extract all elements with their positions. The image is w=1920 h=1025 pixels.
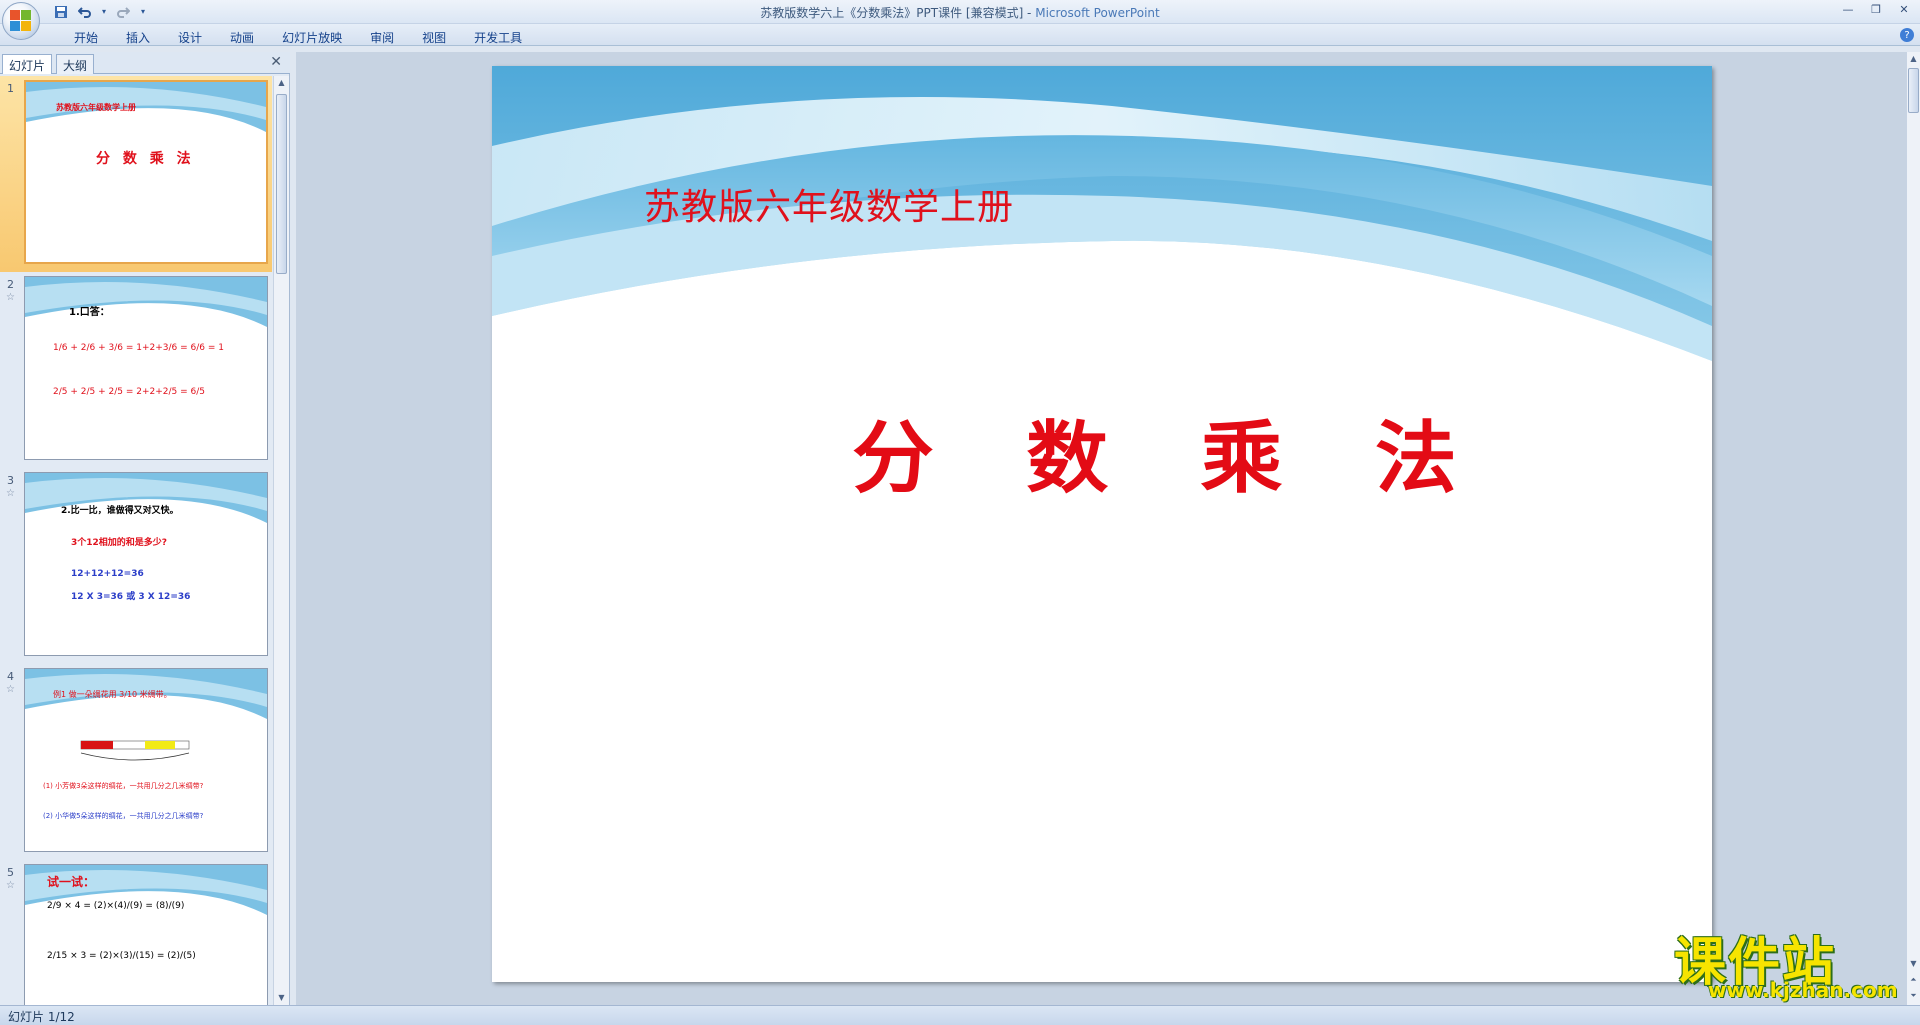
help-icon[interactable]: ? (1900, 28, 1914, 42)
tab-review[interactable]: 审阅 (356, 27, 408, 48)
ribbon-tab-list: 开始 插入 设计 动画 幻灯片放映 审阅 视图 开发工具 (60, 27, 536, 48)
document-title: 苏教版数学六上《分数乘法》PPT课件 [兼容模式] - (760, 6, 1036, 20)
tab-insert[interactable]: 插入 (112, 27, 164, 48)
slide-editing-area: 苏教版六年级数学上册 分数乘法 (296, 52, 1906, 1005)
tab-design[interactable]: 设计 (164, 27, 216, 48)
scrollbar-thumb[interactable] (276, 94, 287, 274)
tab-outline[interactable]: 大纲 (56, 54, 95, 74)
scroll-down-icon[interactable]: ▼ (1907, 957, 1920, 971)
title-bar: ▾ ▾ 苏教版数学六上《分数乘法》PPT课件 [兼容模式] - Microsof… (0, 0, 1920, 24)
scroll-up-icon[interactable]: ▲ (1907, 52, 1920, 66)
slide-thumbnail[interactable]: 试一试： 2/9 × 4 = (2)×(4)/(9) = (8)/(9) 2/1… (24, 864, 268, 1005)
slide-counter: 幻灯片 1/12 (8, 1010, 75, 1024)
slide-number: 5 (7, 866, 14, 879)
thumb-heading: 2.比一比，谁做得又对又快。 (61, 506, 179, 516)
current-slide[interactable]: 苏教版六年级数学上册 分数乘法 (492, 66, 1712, 982)
thumb-subtitle: 苏教版六年级数学上册 (56, 103, 136, 112)
slide-number: 1 (7, 82, 14, 95)
close-pane-icon[interactable]: ✕ (270, 54, 282, 70)
office-button[interactable] (2, 2, 40, 40)
pane-tabs: 幻灯片 大纲 ✕ (0, 52, 290, 74)
thumbnail-row[interactable]: 4 ☆ 例1 做一朵绸花用 3/10 米绸带。 (1) 小芳做3朵这样的绸花，一 (0, 664, 272, 860)
thumb-line: 2/9 × 4 = (2)×(4)/(9) = (8)/(9) (47, 901, 185, 911)
restore-icon[interactable]: ❐ (1862, 0, 1890, 18)
thumbnail-row[interactable]: 3 ☆ 2.比一比，谁做得又对又快。 3个12相加的和是多少? 12+12+12… (0, 468, 272, 664)
next-slide-icon[interactable]: ⏷ (1907, 989, 1920, 1003)
slide-thumbnail[interactable]: 苏教版六年级数学上册 分 数 乘 法 (24, 80, 268, 264)
tab-home[interactable]: 开始 (60, 27, 112, 48)
slide-title[interactable]: 分数乘法 (852, 396, 1549, 508)
wave-background-icon (492, 66, 1712, 446)
thumb-heading: 1.口答： (69, 307, 110, 318)
slide-number: 3 (7, 474, 14, 487)
animation-star-icon: ☆ (6, 292, 15, 303)
minimize-icon[interactable]: — (1834, 0, 1862, 18)
thumb-line: (1) 小芳做3朵这样的绸花，一共用几分之几米绸带? (43, 782, 204, 790)
close-icon[interactable]: ✕ (1890, 0, 1918, 18)
tab-slides[interactable]: 幻灯片 (2, 54, 53, 74)
window-controls: — ❐ ✕ (1834, 0, 1918, 18)
wave-background-icon (25, 277, 267, 327)
thumbnail-row[interactable]: 5 ☆ 试一试： 2/9 × 4 = (2)×(4)/(9) = (8)/(9)… (0, 860, 272, 1005)
thumb-heading: 例1 做一朵绸花用 3/10 米绸带。 (53, 690, 172, 699)
scroll-up-icon[interactable]: ▲ (274, 76, 289, 90)
window-title: 苏教版数学六上《分数乘法》PPT课件 [兼容模式] - Microsoft Po… (0, 4, 1920, 21)
app-name: Microsoft PowerPoint (1035, 6, 1160, 20)
tab-animations[interactable]: 动画 (216, 27, 268, 48)
tab-developer[interactable]: 开发工具 (460, 27, 536, 48)
animation-star-icon: ☆ (6, 684, 15, 695)
slides-pane: 幻灯片 大纲 ✕ 1 苏教版六年级数学上册 分 数 乘 法 2 ☆ 1.口答： … (0, 52, 290, 1005)
thumb-heading: 试一试： (47, 875, 96, 889)
animation-star-icon: ☆ (6, 488, 15, 499)
slide-number: 2 (7, 278, 14, 291)
tab-slideshow[interactable]: 幻灯片放映 (268, 27, 356, 48)
thumb-line: 3个12相加的和是多少? (71, 538, 168, 548)
thumb-title: 分 数 乘 法 (96, 151, 195, 167)
scroll-down-icon[interactable]: ▼ (274, 991, 289, 1005)
scrollbar-thumb[interactable] (1908, 68, 1919, 113)
slide-thumbnail[interactable]: 例1 做一朵绸花用 3/10 米绸带。 (1) 小芳做3朵这样的绸花，一共用几分… (24, 668, 268, 852)
thumbnail-row[interactable]: 2 ☆ 1.口答： 1/6 + 2/6 + 3/6 = 1+2+3/6 = 6/… (0, 272, 272, 468)
slide-thumbnail[interactable]: 1.口答： 1/6 + 2/6 + 3/6 = 1+2+3/6 = 6/6 = … (24, 276, 268, 460)
slide-number: 4 (7, 670, 14, 683)
thumbnail-scrollbar[interactable]: ▲ ▼ (273, 76, 289, 1005)
ribbon: 开始 插入 设计 动画 幻灯片放映 审阅 视图 开发工具 ? (0, 24, 1920, 46)
animation-star-icon: ☆ (6, 880, 15, 891)
slide-subtitle[interactable]: 苏教版六年级数学上册 (644, 178, 1014, 230)
thumbnail-row[interactable]: 1 苏教版六年级数学上册 分 数 乘 法 (0, 76, 272, 272)
watermark-url: www.kjzhan.com (1708, 978, 1898, 1002)
tab-view[interactable]: 视图 (408, 27, 460, 48)
thumb-line: (2) 小华做5朵这样的绸花，一共用几分之几米绸带? (43, 812, 204, 820)
thumb-line: 2/15 × 3 = (2)×(3)/(15) = (2)/(5) (47, 951, 196, 961)
powerpoint-window: ▾ ▾ 苏教版数学六上《分数乘法》PPT课件 [兼容模式] - Microsof… (0, 0, 1920, 1025)
status-bar: 幻灯片 1/12 (0, 1005, 1920, 1025)
site-watermark: 课件站 www.kjzhan.com (1664, 920, 1904, 1002)
thumb-line: 2/5 + 2/5 + 2/5 = 2+2+2/5 = 6/5 (53, 387, 206, 397)
ribbon-diagram-icon (80, 740, 190, 761)
thumb-line: 1/6 + 2/6 + 3/6 = 1+2+3/6 = 6/6 = 1 (53, 343, 224, 353)
thumb-line: 12 X 3=36 或 3 X 12=36 (71, 592, 191, 602)
slide-thumbnail-list: 1 苏教版六年级数学上册 分 数 乘 法 2 ☆ 1.口答： 1/6 + 2/6… (0, 76, 272, 1005)
slide-scrollbar[interactable]: ▲ ▼ ⏶ ⏷ (1906, 52, 1920, 1005)
thumb-line: 12+12+12=36 (71, 569, 144, 579)
slide-thumbnail[interactable]: 2.比一比，谁做得又对又快。 3个12相加的和是多少? 12+12+12=36 … (24, 472, 268, 656)
previous-slide-icon[interactable]: ⏶ (1907, 973, 1920, 987)
office-logo-icon (10, 10, 32, 32)
